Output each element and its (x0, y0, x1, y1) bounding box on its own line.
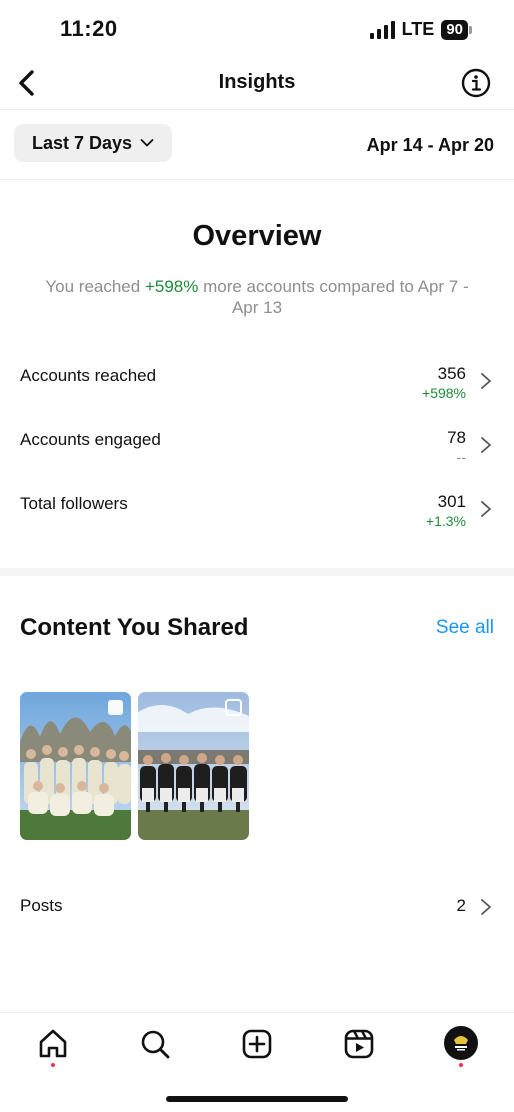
search-icon (141, 1030, 170, 1059)
metric-label: Total followers (20, 494, 128, 513)
metric-label: Accounts engaged (20, 430, 161, 449)
posts-label: Posts (20, 896, 63, 915)
date-range-label: Last 7 Days (31, 132, 133, 153)
chevron-right-icon (481, 899, 491, 915)
metric-value: 356 (437, 364, 466, 383)
carousel-icon (108, 700, 123, 715)
battery-icon: 90 (441, 19, 472, 40)
info-icon (461, 68, 491, 98)
profile-avatar-image (446, 1028, 476, 1058)
status-indicators: LTE 90 (369, 19, 472, 40)
carousel-icon (225, 699, 242, 716)
chevron-down-icon (140, 139, 154, 147)
section-divider (0, 568, 514, 576)
status-time: 11:20 (60, 16, 118, 41)
chevron-right-icon (481, 437, 491, 453)
metric-change: -- (456, 449, 466, 465)
metric-change: +1.3% (425, 513, 466, 529)
metric-row-total-followers[interactable]: Total followers 301 +1.3% (0, 490, 514, 542)
metric-row-accounts-engaged[interactable]: Accounts engaged 78 -- (0, 426, 514, 478)
reels-icon (344, 1029, 374, 1059)
metric-value: 301 (437, 492, 466, 511)
metric-value: 78 (447, 428, 466, 447)
create-icon (242, 1029, 272, 1059)
header: Insights (0, 58, 514, 110)
profile-avatar[interactable] (444, 1026, 478, 1060)
overview-title: Overview (192, 220, 322, 252)
profile-notification-dot (459, 1063, 463, 1067)
content-section-title: Content You Shared (20, 614, 249, 641)
date-range-dropdown[interactable]: Last 7 Days (14, 124, 172, 162)
home-indicator (166, 1096, 348, 1102)
overview-desc-prefix: You reached (45, 277, 145, 296)
tab-create[interactable] (240, 1027, 274, 1061)
battery-level: 90 (441, 19, 468, 40)
bottom-tab-bar (0, 1012, 514, 1112)
post-thumbnail-2[interactable] (138, 692, 249, 840)
tab-home[interactable] (36, 1027, 70, 1061)
chevron-right-icon (481, 373, 491, 389)
home-notification-dot (51, 1063, 55, 1067)
metric-label: Accounts reached (20, 366, 157, 385)
date-filter-row: Last 7 Days Apr 14 - Apr 20 (0, 110, 514, 180)
chevron-right-icon (481, 501, 491, 517)
date-range-text: Apr 14 - Apr 20 (366, 135, 494, 155)
overview-desc-suffix: more accounts compared to Apr 7 - Apr 13 (198, 277, 469, 317)
posts-row[interactable]: Posts 2 (0, 890, 514, 924)
status-bar: 11:20 LTE 90 (0, 0, 514, 58)
tab-search[interactable] (138, 1027, 172, 1061)
overview-desc-highlight: +598% (144, 277, 199, 296)
metric-change: +598% (422, 385, 466, 401)
tab-reels[interactable] (342, 1027, 376, 1061)
home-icon (39, 1029, 67, 1058)
overview-description: You reached +598% more accounts compared… (40, 276, 474, 318)
metric-row-accounts-reached[interactable]: Accounts reached 356 +598% (0, 362, 514, 414)
page-title: Insights (218, 71, 296, 93)
info-button[interactable] (460, 67, 492, 99)
see-all-link[interactable]: See all (436, 617, 494, 639)
network-type: LTE (401, 19, 435, 39)
posts-count: 2 (456, 896, 466, 915)
signal-icon (369, 20, 395, 39)
post-thumbnail-1[interactable] (20, 692, 131, 840)
